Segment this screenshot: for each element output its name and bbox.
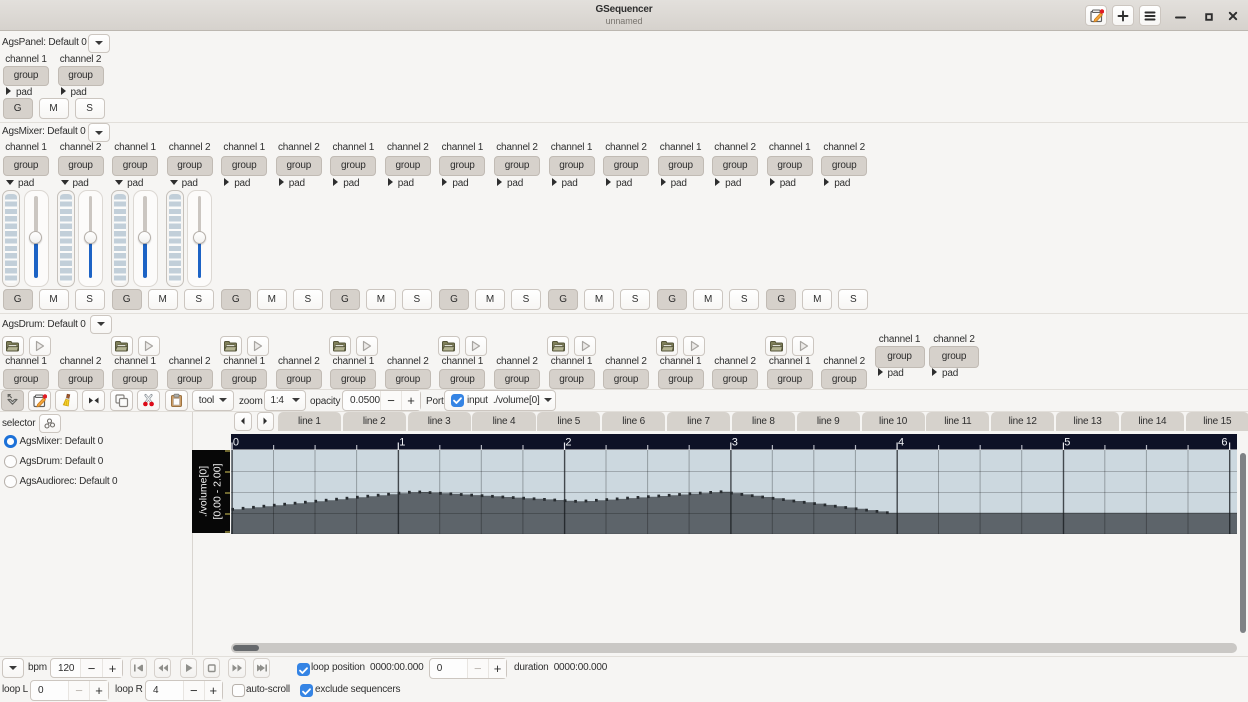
svg-text:5: 5 [1064,437,1070,449]
svg-text:4: 4 [898,437,904,449]
svg-text:2: 2 [565,437,571,449]
svg-text:0: 0 [233,437,239,449]
svg-text:1: 1 [399,437,405,449]
svg-text:3: 3 [732,437,738,449]
svg-text:6: 6 [1221,437,1227,449]
